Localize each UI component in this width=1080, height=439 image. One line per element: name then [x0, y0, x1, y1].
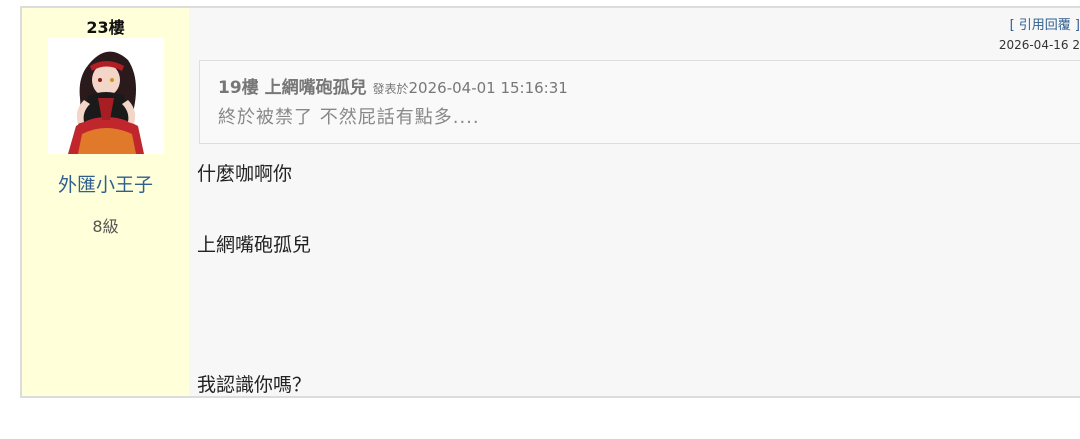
post-timestamp: 2026-04-16 2 [998, 38, 1080, 52]
post-line: 我認識你嗎？ [197, 374, 312, 396]
floor-number: 23樓 [86, 18, 125, 37]
quote-body: 終於被禁了 不然屁話有點多.... [218, 107, 480, 128]
quoted-post: 19樓 上網嘴砲孤兒 發表於2026-04-01 15:16:31 終於被禁了 … [199, 60, 1080, 144]
quote-posted-label: 發表於 [372, 82, 409, 96]
post-line: 什麼咖啊你 [197, 163, 293, 185]
quote-posted-time: 2026-04-01 15:16:31 [408, 79, 568, 97]
avatar[interactable] [48, 38, 164, 154]
post-content: [ 引用回覆 ] 2026-04-16 2 19樓 上網嘴砲孤兒 發表於2026… [189, 8, 1080, 396]
quote-author: 19樓 上網嘴砲孤兒 [218, 78, 367, 98]
quote-reply-link[interactable]: [ 引用回覆 ] [1010, 14, 1080, 33]
author-username[interactable]: 外匯小王子 [22, 170, 189, 197]
avatar-image [48, 38, 164, 154]
author-sidebar: 23樓 外匯小王子 8級 [22, 8, 189, 396]
quote-header: 19樓 上網嘴砲孤兒 發表於2026-04-01 15:16:31 [218, 73, 568, 98]
author-level: 8級 [92, 217, 119, 236]
forum-post: 23樓 外匯小王子 8級 [引用回覆] 2026-04-16 2 19樓 上… [20, 6, 1080, 398]
quote-meta: 發表於2026-04-01 15:16:31 [373, 79, 568, 97]
post-line: 上網嘴砲孤兒 [197, 234, 312, 256]
